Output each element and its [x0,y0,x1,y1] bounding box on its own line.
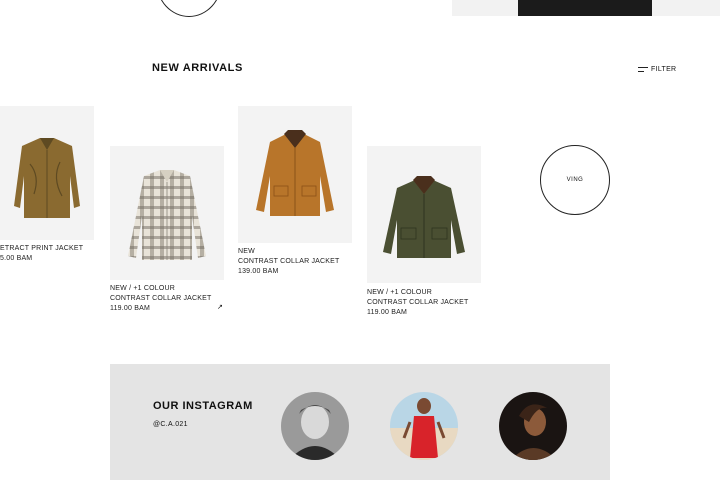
product-image[interactable] [367,146,481,283]
product-image[interactable] [238,106,352,243]
instagram-post[interactable] [281,392,349,460]
instagram-section: OUR INSTAGRAM @C.A.021 [110,364,610,480]
product-price: 119.00 BAM [110,305,151,312]
product-image[interactable] [0,106,94,240]
product-name: ETRACT PRINT JACKET [0,245,84,252]
instagram-handle[interactable]: @C.A.021 [153,421,188,428]
instagram-title: OUR INSTAGRAM [153,400,253,412]
product-image[interactable] [110,146,224,280]
top-banner-image [452,0,720,16]
arrow-icon[interactable]: ↗ [217,303,223,311]
product-details[interactable]: NEW / +1 COLOUR CONTRAST COLLAR JACKET 1… [110,284,212,314]
product-price: 139.00 BAM [238,268,279,275]
product-price: 5.00 BAM [0,255,33,262]
product-details[interactable]: ETRACT PRINT JACKET 5.00 BAM [0,244,83,264]
view-all-button[interactable]: VING [540,145,610,215]
instagram-post[interactable] [390,392,458,460]
instagram-post[interactable] [499,392,567,460]
product-name: CONTRAST COLLAR JACKET [238,258,340,265]
filter-label: FILTER [651,66,677,73]
product-tag: NEW / +1 COLOUR [367,289,433,296]
product-tag: NEW / +1 COLOUR [110,285,176,292]
section-title: NEW ARRIVALS [152,62,243,74]
product-name: CONTRAST COLLAR JACKET [367,299,469,306]
product-price: 119.00 BAM [367,309,408,316]
product-details[interactable]: NEW / +1 COLOUR CONTRAST COLLAR JACKET 1… [367,288,469,318]
product-details[interactable]: NEW CONTRAST COLLAR JACKET 139.00 BAM [238,247,340,277]
product-tag: NEW [238,248,255,255]
product-name: CONTRAST COLLAR JACKET [110,295,212,302]
filter-icon [638,67,648,72]
filter-button[interactable]: FILTER [638,66,676,73]
view-all-label: VING [566,177,584,183]
top-circle-button[interactable] [156,0,222,17]
